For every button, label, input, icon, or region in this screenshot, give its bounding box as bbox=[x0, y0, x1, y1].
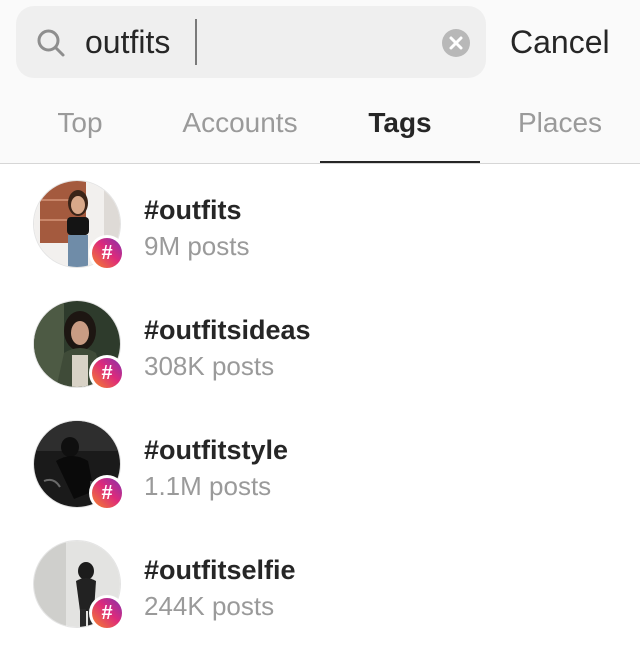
tag-name: #outfitstyle bbox=[144, 435, 289, 465]
tab-tags[interactable]: Tags bbox=[320, 103, 480, 143]
header-divider bbox=[0, 163, 640, 164]
search-input[interactable]: outfits bbox=[85, 23, 170, 61]
tag-result-item[interactable]: # #outfits 9M posts bbox=[0, 165, 640, 285]
clear-search-button[interactable] bbox=[442, 29, 470, 57]
tag-thumbnail: # bbox=[33, 540, 125, 632]
hashtag-badge-icon: # bbox=[89, 235, 125, 271]
tag-thumbnail: # bbox=[33, 300, 125, 392]
hashtag-badge-icon: # bbox=[89, 355, 125, 391]
post-count: 1.1M posts bbox=[144, 471, 272, 501]
tab-top[interactable]: Top bbox=[0, 103, 160, 143]
tag-name: #outfitsideas bbox=[144, 315, 311, 345]
search-icon bbox=[37, 29, 65, 57]
tab-accounts[interactable]: Accounts bbox=[160, 103, 320, 143]
hashtag-badge-icon: # bbox=[89, 475, 125, 511]
cancel-button[interactable]: Cancel bbox=[510, 22, 610, 62]
tab-places[interactable]: Places bbox=[480, 103, 640, 143]
tag-result-item[interactable]: # #outfitselfie 244K posts bbox=[0, 525, 640, 645]
tag-thumbnail: # bbox=[33, 180, 125, 272]
hashtag-badge-icon: # bbox=[89, 595, 125, 631]
text-cursor bbox=[195, 19, 197, 65]
tag-result-item[interactable]: # #outfitsideas 308K posts bbox=[0, 285, 640, 405]
post-count: 244K posts bbox=[144, 591, 275, 621]
tag-result-item[interactable]: # #outfitstyle 1.1M posts bbox=[0, 405, 640, 525]
clear-icon bbox=[449, 36, 463, 50]
search-header: outfits Cancel Top Accounts Tags Places bbox=[0, 0, 640, 164]
tag-name: #outfitselfie bbox=[144, 555, 296, 585]
post-count: 308K posts bbox=[144, 351, 275, 381]
search-bar[interactable]: outfits bbox=[16, 6, 486, 78]
post-count: 9M posts bbox=[144, 231, 250, 261]
tag-name: #outfits bbox=[144, 195, 242, 225]
tag-thumbnail: # bbox=[33, 420, 125, 512]
